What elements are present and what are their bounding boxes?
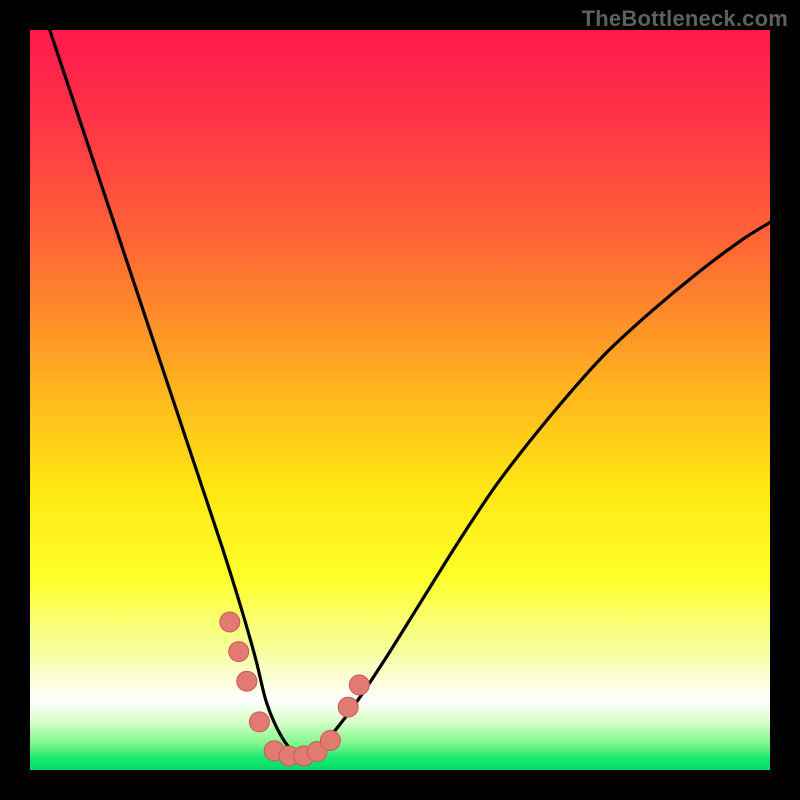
watermark-text: TheBottleneck.com — [582, 6, 788, 32]
curve-marker — [229, 642, 249, 662]
curve-marker — [237, 671, 257, 691]
chart-frame — [30, 30, 770, 770]
curve-marker — [249, 712, 269, 732]
curve-marker — [349, 675, 369, 695]
bottleneck-chart — [30, 30, 770, 770]
gradient-background — [30, 30, 770, 770]
curve-marker — [320, 730, 340, 750]
curve-marker — [220, 612, 240, 632]
curve-marker — [338, 697, 358, 717]
